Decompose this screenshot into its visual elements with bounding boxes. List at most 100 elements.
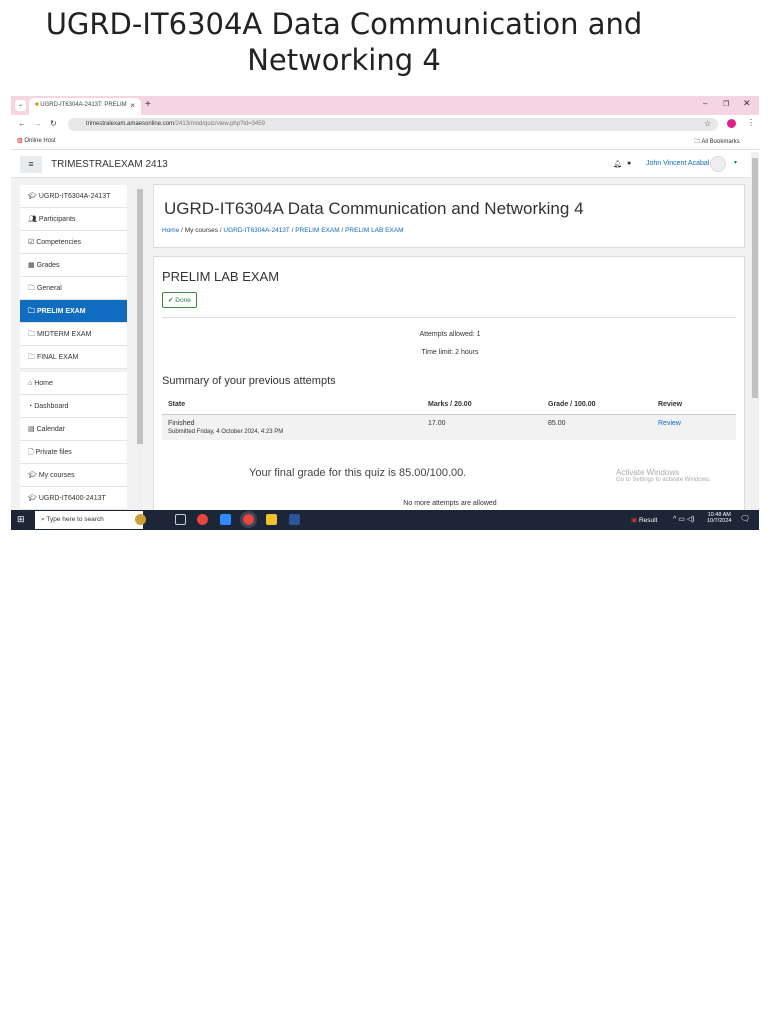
sidebar-item-ugrd-it6400-2413t[interactable]: 🎓︎ UGRD-IT6400-2413T: [20, 487, 127, 510]
sidebar-item-ugrd-it6304a-2413t[interactable]: 🎓︎ UGRD-IT6304A-2413T: [20, 185, 127, 208]
check-square-icon: ☑: [28, 239, 37, 246]
site-name[interactable]: TRIMESTRALEXAM 2413: [51, 159, 168, 170]
sidebar-item-label: Calendar: [36, 426, 65, 433]
forward-icon[interactable]: →: [34, 119, 42, 128]
watermark-line1: Activate Windows: [616, 468, 680, 477]
attempt-submitted: Submitted Friday, 4 October 2024, 4:23 P…: [168, 429, 284, 435]
chevron-down-icon[interactable]: ▾: [734, 159, 737, 166]
sidebar-item-final-exam[interactable]: 🗀 FINAL EXAM: [20, 346, 127, 369]
back-icon[interactable]: ←: [18, 119, 26, 128]
col-state: State: [162, 395, 422, 415]
users-icon: 👥︎: [28, 216, 39, 223]
browser-tab[interactable]: ■ UGRD-IT6304A-2413T: PRELIM ×: [29, 98, 141, 115]
file-explorer-icon[interactable]: [266, 514, 277, 525]
attempt-marks: 17.00: [422, 414, 542, 440]
sidebar-item-label: My courses: [38, 472, 75, 479]
chrome-profile-icon[interactable]: [240, 511, 257, 528]
sidebar-item-prelim-exam[interactable]: 🗀 PRELIM EXAM: [20, 300, 127, 323]
breadcrumb-item[interactable]: PRELIM EXAM: [295, 227, 339, 234]
bookmark-star-icon[interactable]: ☆: [704, 119, 711, 128]
bookmark-label: Online Host: [24, 138, 56, 144]
sidebar-item-label: Private files: [35, 449, 72, 456]
close-tab-icon[interactable]: ×: [130, 101, 135, 110]
breadcrumb-item[interactable]: Home: [162, 227, 179, 234]
sidebar-scrollbar[interactable]: [137, 183, 143, 508]
col-grade: Grade / 100.00: [542, 395, 652, 415]
word-icon[interactable]: [289, 514, 300, 525]
col-review: Review: [652, 395, 736, 415]
tab-bar: ⌄ ■ UGRD-IT6304A-2413T: PRELIM × + – ❐ ✕: [11, 96, 759, 115]
sidebar-item-competencies[interactable]: ☑ Competencies: [20, 231, 127, 254]
table-header: State Marks / 20.00 Grade / 100.00 Revie…: [162, 395, 736, 415]
page-scrollbar[interactable]: [751, 152, 759, 510]
sidebar-item-general[interactable]: 🗀 General: [20, 277, 127, 300]
result-label: Result: [638, 517, 658, 524]
table-row: Finished Submitted Friday, 4 October 2024…: [162, 414, 736, 440]
taskbar-search[interactable]: ⌕ Type here to search: [35, 511, 143, 529]
breadcrumb: Home / My courses / UGRD-IT6304A-2413T /…: [162, 227, 404, 234]
news-icon: ▣: [631, 517, 639, 524]
course-header-card: UGRD-IT6304A Data Communication and Netw…: [153, 184, 745, 248]
sidebar-item-label: UGRD-IT6304A-2413T: [38, 193, 111, 200]
sidebar-item-private-files[interactable]: 🗋 Private files: [20, 441, 127, 464]
calendar-icon: ▤: [28, 426, 37, 433]
col-marks: Marks / 20.00: [422, 395, 542, 415]
task-view-icon[interactable]: [175, 514, 186, 525]
review-link[interactable]: Review: [652, 414, 736, 440]
user-menu[interactable]: John Vincent Acabal: [646, 160, 709, 167]
graduation-cap-icon: 🎓︎: [28, 193, 39, 200]
sidebar-item-my-courses[interactable]: 🎓︎ My courses: [20, 464, 127, 487]
sidebar-item-label: Participants: [38, 216, 76, 223]
windows-start-icon[interactable]: ⊞: [17, 514, 25, 525]
tab-list-icon[interactable]: ⌄: [15, 100, 26, 111]
sidebar-item-home[interactable]: ⌂ Home: [20, 372, 127, 395]
sidebar-item-dashboard[interactable]: ◔ Dashboard: [20, 395, 127, 418]
document-title: UGRD-IT6304A Data Communication and Netw…: [45, 7, 643, 77]
url-input[interactable]: trimestralexam.amaesonline.com/2413/mod/…: [68, 118, 718, 131]
bell-icon[interactable]: 🔔︎: [613, 160, 622, 168]
avatar[interactable]: [710, 156, 726, 172]
close-window-icon[interactable]: ✕: [743, 98, 751, 109]
folder-icon: 🗀: [28, 331, 37, 338]
zoom-icon[interactable]: [220, 514, 231, 525]
reload-icon[interactable]: ↻: [50, 119, 57, 128]
attempts-allowed: Attempts allowed: 1: [419, 331, 481, 338]
sidebar-item-label: UGRD-IT6400-2413T: [38, 495, 106, 502]
screenshot: ⌄ ■ UGRD-IT6304A-2413T: PRELIM × + – ❐ ✕ …: [11, 96, 759, 530]
course-title: UGRD-IT6304A Data Communication and Netw…: [164, 199, 584, 218]
result-widget[interactable]: ▣ Result: [631, 516, 657, 524]
widget-icon[interactable]: [135, 514, 146, 525]
done-badge: ✔ Done: [162, 292, 197, 308]
tray-icons[interactable]: ^ ▭ ◁): [673, 515, 695, 523]
sidebar-item-grades[interactable]: ▦ Grades: [20, 254, 127, 277]
profile-icon[interactable]: [727, 119, 736, 128]
attempt-state: Finished: [168, 420, 195, 427]
hamburger-menu-button[interactable]: ≡: [20, 156, 42, 173]
sidebar-item-calendar[interactable]: ▤ Calendar: [20, 418, 127, 441]
sidebar-item-participants[interactable]: 👥︎ Participants: [20, 208, 127, 231]
url-host: trimestralexam.amaesonline.com: [86, 121, 175, 127]
time-limit: Time limit: 2 hours: [421, 349, 479, 356]
chrome-icon[interactable]: [197, 514, 208, 525]
all-bookmarks[interactable]: 🗀 All Bookmarks: [694, 137, 740, 147]
sidebar-item-label: General: [36, 285, 62, 292]
restore-icon[interactable]: ❐: [723, 100, 729, 108]
notifications-icon[interactable]: 🗨︎: [740, 514, 750, 523]
new-tab-button[interactable]: +: [145, 99, 151, 110]
breadcrumb-item[interactable]: UGRD-IT6304A-2413T: [223, 227, 289, 234]
bookmark-online-host[interactable]: ▥ Online Host: [17, 137, 56, 144]
clock[interactable]: 10:48 AM 10/7/2024: [707, 512, 731, 524]
sidebar-item-label: Dashboard: [34, 403, 69, 410]
menu-icon[interactable]: ⋮: [747, 118, 755, 127]
minimize-icon[interactable]: –: [703, 99, 707, 108]
final-grade: Your final grade for this quiz is 85.00/…: [249, 467, 467, 479]
breadcrumb-item[interactable]: PRELIM LAB EXAM: [345, 227, 404, 234]
sidebar-item-midterm-exam[interactable]: 🗀 MIDTERM EXAM: [20, 323, 127, 346]
attempt-grade: 85.00: [542, 414, 652, 440]
search-placeholder: Type here to search: [46, 516, 104, 523]
folder-icon: 🗀: [28, 308, 37, 315]
quiz-card: PRELIM LAB EXAM ✔ Done Attempts allowed:…: [153, 256, 745, 516]
chat-icon[interactable]: ●: [627, 160, 631, 167]
done-label: Done: [175, 297, 191, 304]
attempts-table: State Marks / 20.00 Grade / 100.00 Revie…: [162, 395, 736, 440]
